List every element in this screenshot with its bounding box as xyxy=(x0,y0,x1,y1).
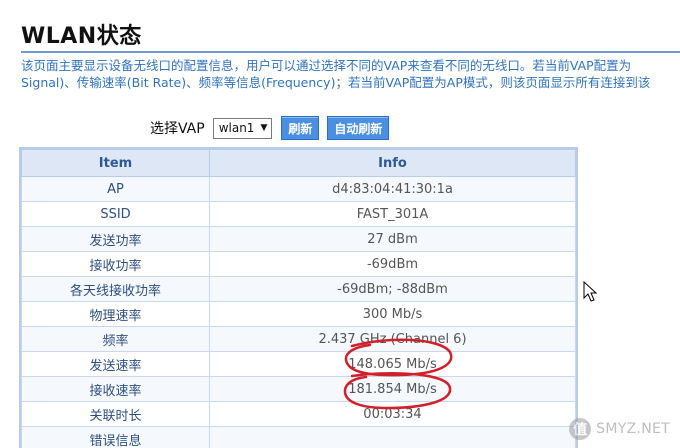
vap-select[interactable]: wlan1 ▼ xyxy=(212,117,273,139)
vap-select-value: wlan1 xyxy=(218,121,255,135)
watermark-text: SMYZ.NET xyxy=(596,421,670,437)
table-row: 各天线接收功率 -69dBm; -88dBm xyxy=(21,276,576,302)
row-info-value: -69dBm xyxy=(209,251,576,277)
row-item-label: 各天线接收功率 xyxy=(21,276,210,302)
watermark-logo-icon: 值 xyxy=(569,418,592,440)
row-item-label: SSID xyxy=(21,201,210,227)
table-row: 发送速率 148.065 Mb/s xyxy=(21,351,576,377)
row-info-value: 27 dBm xyxy=(209,226,576,252)
column-header-info: Info xyxy=(209,149,576,177)
row-info-value: 2.437 GHz (Channel 6) xyxy=(209,326,576,352)
mouse-cursor-icon xyxy=(583,281,598,302)
row-item-label: AP xyxy=(21,176,210,202)
table-header-row: Item Info xyxy=(21,149,576,177)
table-row: 关联时长 00:03:34 xyxy=(21,401,576,427)
vap-toolbar: 选择VAP wlan1 ▼ 刷新 自动刷新 xyxy=(150,116,397,140)
row-info-value: 00:03:34 xyxy=(209,401,576,427)
table-row: 物理速率 300 Mb/s xyxy=(21,301,576,327)
table-row: AP d4:83:04:41:30:1a xyxy=(21,176,576,202)
page-title: WLAN状态 xyxy=(21,24,142,49)
vap-select-label: 选择VAP xyxy=(150,121,205,137)
row-item-label: 关联时长 xyxy=(21,401,210,427)
row-item-label: 接收速率 xyxy=(21,376,210,402)
row-info-value: FAST_301A xyxy=(209,201,576,227)
title-divider xyxy=(21,51,680,53)
dropdown-arrow-icon: ▼ xyxy=(260,123,268,133)
row-item-label: 发送速率 xyxy=(21,351,210,377)
row-info-value: 300 Mb/s xyxy=(209,301,576,327)
description-line-2: Signal)、传输速率(Bit Rate)、频率等信息(Frequency)；… xyxy=(21,75,651,90)
row-item-label: 物理速率 xyxy=(21,301,210,327)
table-row: 接收功率 -69dBm xyxy=(21,251,576,277)
row-item-label: 发送功率 xyxy=(21,226,210,252)
table-row: 接收速率 181.854 Mb/s xyxy=(21,376,576,402)
table-row: 频率 2.437 GHz (Channel 6) xyxy=(21,326,576,352)
wlan-status-table: Item Info AP d4:83:04:41:30:1a SSID FAST… xyxy=(19,147,578,448)
table-row: SSID FAST_301A xyxy=(21,201,576,227)
watermark: 值 SMYZ.NET xyxy=(569,418,670,440)
table-row: 发送功率 27 dBm xyxy=(21,226,576,252)
auto-refresh-button[interactable]: 自动刷新 xyxy=(327,116,390,140)
row-item-label: 错误信息 xyxy=(21,426,210,448)
page-description: 该页面主要显示设备无线口的配置信息，用户可以通过选择不同的VAP来查看不同的无线… xyxy=(21,57,680,91)
row-info-value: -69dBm; -88dBm xyxy=(209,276,576,302)
row-item-label: 频率 xyxy=(21,326,210,352)
column-header-item: Item xyxy=(21,149,210,177)
table-row: 错误信息 xyxy=(21,426,576,448)
row-info-value: 181.854 Mb/s xyxy=(209,376,576,402)
row-item-label: 接收功率 xyxy=(21,251,210,277)
row-info-value: 148.065 Mb/s xyxy=(209,351,576,377)
row-info-value xyxy=(209,426,576,448)
refresh-button[interactable]: 刷新 xyxy=(281,116,320,140)
description-line-1: 该页面主要显示设备无线口的配置信息，用户可以通过选择不同的VAP来查看不同的无线… xyxy=(21,58,632,73)
row-info-value: d4:83:04:41:30:1a xyxy=(209,176,576,202)
